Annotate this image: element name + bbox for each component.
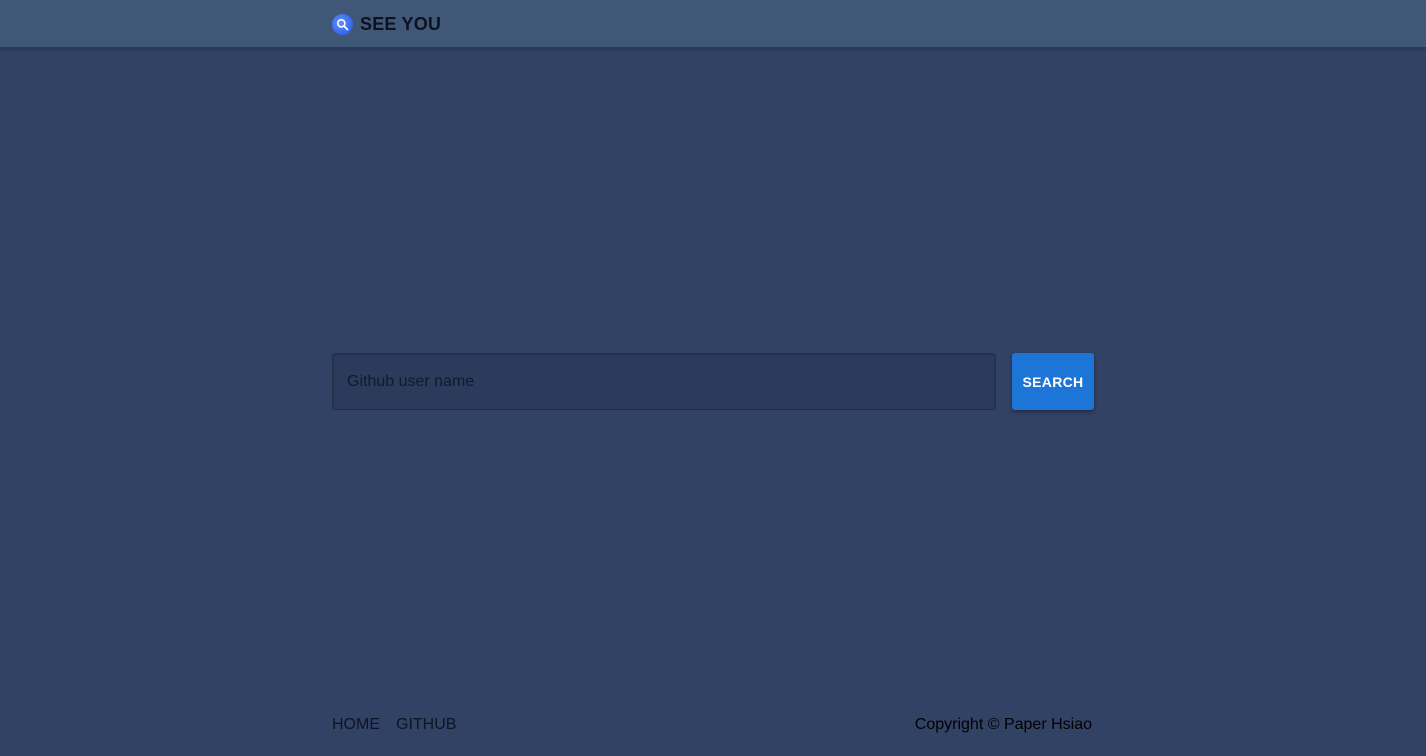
footer-nav: HOME GITHUB: [332, 716, 456, 734]
search-form: SEARCH: [332, 353, 1094, 410]
footer: HOME GITHUB Copyright © Paper Hsiao: [332, 716, 1094, 738]
brand-title: SEE YOU: [360, 13, 442, 34]
brand[interactable]: SEE YOU: [332, 13, 441, 35]
search-button[interactable]: SEARCH: [1012, 353, 1094, 410]
footer-link-github[interactable]: GITHUB: [396, 716, 456, 734]
copyright-text: Copyright © Paper Hsiao: [914, 716, 1092, 733]
search-icon: [332, 13, 353, 35]
github-username-input[interactable]: [332, 353, 996, 410]
top-app-bar: SEE YOU: [0, 0, 1426, 48]
footer-link-home[interactable]: HOME: [332, 716, 380, 734]
